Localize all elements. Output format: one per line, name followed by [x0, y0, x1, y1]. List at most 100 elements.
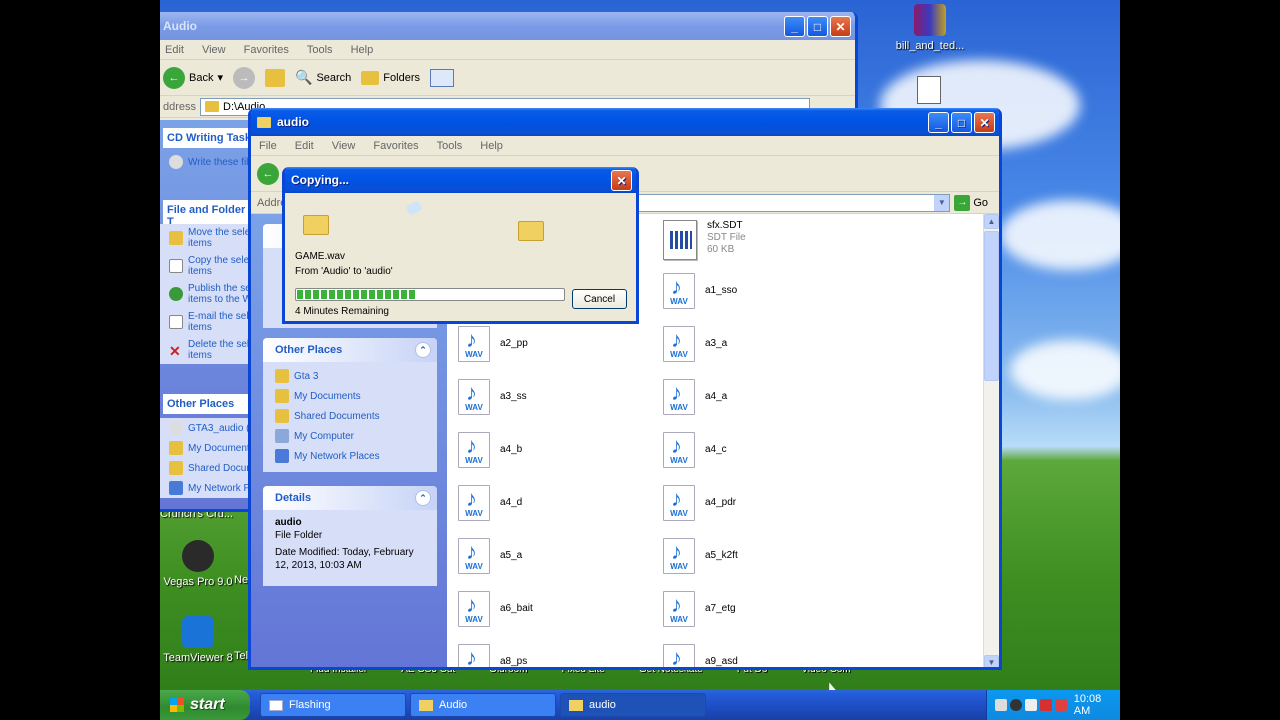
desktop-icon-teamviewer[interactable]: TeamViewer 8	[160, 616, 236, 664]
menu-bar: Edit View Favorites Tools Help	[160, 40, 855, 60]
go-button[interactable]: → Go	[954, 194, 988, 211]
file-item[interactable]: ♪ WAV a4_a	[663, 379, 727, 415]
gta3-link[interactable]: Gta 3	[263, 366, 437, 386]
collapse-icon[interactable]: ⌃	[415, 342, 431, 358]
menu-view[interactable]: View	[332, 140, 356, 152]
tray-vegas-icon[interactable]	[1009, 699, 1022, 711]
menu-favorites[interactable]: Favorites	[373, 140, 418, 152]
menu-view[interactable]: View	[202, 44, 226, 56]
menu-tools[interactable]: Tools	[307, 44, 333, 56]
menu-edit[interactable]: Edit	[165, 44, 184, 56]
folder-icon	[169, 441, 183, 455]
start-button[interactable]: start	[160, 690, 250, 720]
email-link[interactable]: E-mail the sele items	[160, 308, 257, 336]
move-link[interactable]: Move the sele items	[160, 224, 257, 252]
other-places-panel: Other Places ⌃ Gta 3 My Documents Shared…	[263, 338, 437, 472]
taskbar-item-audio-active[interactable]: audio	[560, 693, 706, 717]
back-arrow-icon[interactable]: ←	[257, 162, 279, 185]
search-button[interactable]: 🔍 Search	[295, 69, 351, 86]
desktop-icon-document[interactable]	[917, 76, 941, 104]
tray-speaker-icon[interactable]	[1024, 699, 1037, 711]
taskbar-item-audio[interactable]: Audio	[410, 693, 556, 717]
file-item[interactable]: ♪ WAV a1_sso	[663, 273, 737, 309]
file-item[interactable]: ♪ WAV a4_b	[458, 432, 522, 468]
menu-file[interactable]: File	[259, 140, 277, 152]
scroll-up-icon[interactable]: ▲	[984, 214, 999, 229]
scroll-thumb[interactable]	[984, 231, 999, 381]
chevron-down-icon[interactable]: ▼	[934, 194, 950, 211]
my-documents-link[interactable]: My Documents	[160, 438, 257, 458]
file-item[interactable]: sfx.SDT SDT File 60 KB	[663, 220, 746, 260]
tray-monitor-icon[interactable]	[995, 699, 1007, 711]
menu-help[interactable]: Help	[351, 44, 374, 56]
file-item[interactable]: ♪ WAV a6_bait	[458, 591, 533, 627]
file-item[interactable]: ♪ WAV a4_pdr	[663, 485, 736, 521]
file-item[interactable]: ♪ WAV a3_ss	[458, 379, 527, 415]
cancel-button[interactable]: Cancel	[572, 289, 627, 309]
close-button[interactable]: ✕	[974, 112, 995, 133]
maximize-button[interactable]: □	[951, 112, 972, 133]
tray-shield-icon[interactable]	[1054, 699, 1067, 711]
details-type: File Folder	[275, 530, 323, 541]
views-icon[interactable]	[429, 68, 454, 87]
folder-icon	[169, 461, 183, 475]
time-remaining: 4 Minutes Remaining	[295, 306, 389, 317]
taskbar-item-flashing[interactable]: Flashing	[260, 693, 406, 717]
title-bar[interactable]: audio _ □ ✕	[251, 108, 999, 136]
teamviewer-icon	[182, 616, 214, 648]
vertical-scrollbar[interactable]: ▲ ▼	[983, 214, 999, 667]
forward-arrow-icon[interactable]: →	[233, 66, 255, 89]
file-item[interactable]: ♪ WAV a2_pp	[458, 326, 528, 362]
file-item[interactable]: ♪WAV a9_asd	[663, 644, 738, 667]
menu-edit[interactable]: Edit	[295, 140, 314, 152]
shared-documents-link[interactable]: Shared Docum	[160, 458, 257, 478]
back-button[interactable]: ← Back ▾	[163, 66, 223, 89]
close-button[interactable]: ✕	[611, 170, 632, 191]
close-button[interactable]: ✕	[830, 16, 851, 37]
tray-security-alert-icon[interactable]	[1039, 699, 1052, 711]
other-places-header[interactable]: Other Places	[163, 394, 257, 414]
my-network-places-link[interactable]: My Network Places	[263, 446, 437, 466]
dialog-title-bar[interactable]: Copying... ✕	[285, 167, 636, 193]
menu-tools[interactable]: Tools	[437, 140, 463, 152]
file-name: a2_pp	[500, 338, 528, 349]
file-name: a4_d	[500, 497, 523, 508]
shared-documents-link[interactable]: Shared Documents	[263, 406, 437, 426]
copy-link[interactable]: Copy the sele items	[160, 252, 257, 280]
my-documents-link[interactable]: My Documents	[263, 386, 437, 406]
file-size: 60 KB	[707, 244, 735, 255]
minimize-button[interactable]: _	[928, 112, 949, 133]
file-item[interactable]: ♪ WAV a4_c	[663, 432, 727, 468]
desktop-icon-bill-and-ted[interactable]: bill_and_ted...	[890, 4, 970, 52]
cd-writing-tasks-header[interactable]: CD Writing Task	[163, 128, 257, 148]
copy-source-destination: From 'Audio' to 'audio'	[295, 266, 393, 277]
file-item[interactable]: ♪ WAV a5_a	[458, 538, 522, 574]
file-name: a4_b	[500, 444, 523, 455]
up-folder-icon[interactable]	[265, 68, 285, 87]
file-item[interactable]: ♪ WAV a4_d	[458, 485, 522, 521]
file-item[interactable]: ♪WAV a8_ps	[458, 644, 527, 667]
gta3-audio-link[interactable]: GTA3_audio (	[160, 418, 257, 438]
toolbar: ← Back ▾ → 🔍 Search Folders	[160, 60, 855, 96]
other-places-header[interactable]: Other Places ⌃	[263, 338, 437, 362]
maximize-button[interactable]: □	[807, 16, 828, 37]
desktop-icon-vegas-pro[interactable]: Vegas Pro 9.0	[160, 540, 236, 588]
details-header[interactable]: Details ⌃	[263, 486, 437, 510]
title-bar[interactable]: Audio _ □ ✕	[160, 12, 855, 40]
delete-link[interactable]: ✕ Delete the sele items	[160, 336, 257, 364]
folders-button[interactable]: Folders	[361, 70, 420, 85]
file-item[interactable]: ♪ WAV a5_k2ft	[663, 538, 738, 574]
wav-file-icon: ♪WAV	[458, 591, 490, 627]
menu-help[interactable]: Help	[480, 140, 503, 152]
file-item[interactable]: ♪ WAV a7_etg	[663, 591, 736, 627]
my-network-link[interactable]: My Network P	[160, 478, 257, 498]
publish-link[interactable]: Publish the se items to the W	[160, 280, 257, 308]
file-item[interactable]: ♪ WAV a3_a	[663, 326, 727, 362]
my-computer-link[interactable]: My Computer	[263, 426, 437, 446]
collapse-icon[interactable]: ⌃	[415, 490, 431, 506]
write-files-link[interactable]: Write these fil	[160, 152, 248, 172]
file-name: a9_asd	[705, 656, 738, 667]
menu-favorites[interactable]: Favorites	[244, 44, 289, 56]
minimize-button[interactable]: _	[784, 16, 805, 37]
scroll-down-icon[interactable]: ▼	[984, 655, 999, 667]
